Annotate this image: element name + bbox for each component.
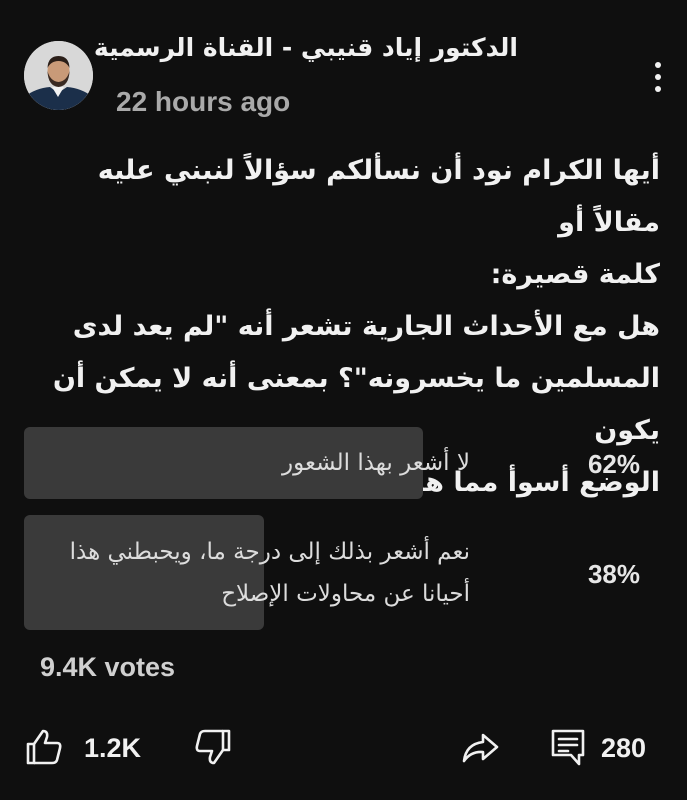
post-header: الدكتور إياد قنيبي - القناة الرسمية 22 h… (0, 0, 687, 130)
more-vert-icon-dot (655, 74, 661, 80)
thumb-up-icon[interactable] (24, 727, 64, 767)
poll-option[interactable]: نعم أشعر بذلك إلى درجة ما، ويحبطني هذا أ… (24, 515, 660, 630)
channel-avatar[interactable] (24, 41, 93, 110)
avatar-image (24, 41, 93, 110)
poll-option-percent: 38% (587, 559, 640, 589)
comment-icon[interactable] (548, 727, 588, 767)
poll-option-percent: 62% (587, 449, 640, 479)
more-options-button[interactable] (640, 55, 676, 99)
poll-option-label: نعم أشعر بذلك إلى درجة ما، ويحبطني هذا أ… (69, 539, 470, 607)
poll-option[interactable]: لا أشعر بهذا الشعور 62% (24, 427, 660, 499)
more-vert-icon-dot (655, 86, 661, 92)
channel-name[interactable]: الدكتور إياد قنيبي - القناة الرسمية (94, 33, 518, 62)
poll-vote-count: 9.4K votes (40, 652, 176, 682)
action-bar: 1.2K 280 (0, 715, 687, 779)
more-vert-icon (655, 62, 661, 68)
post-timestamp: 22 hours ago (116, 86, 291, 117)
share-icon[interactable] (460, 727, 500, 767)
comment-count[interactable]: 280 (601, 733, 646, 764)
thumb-down-icon[interactable] (193, 727, 233, 767)
poll-option-label: لا أشعر بهذا الشعور (282, 450, 470, 476)
community-post: الدكتور إياد قنيبي - القناة الرسمية 22 h… (0, 0, 687, 800)
like-count: 1.2K (84, 733, 142, 763)
